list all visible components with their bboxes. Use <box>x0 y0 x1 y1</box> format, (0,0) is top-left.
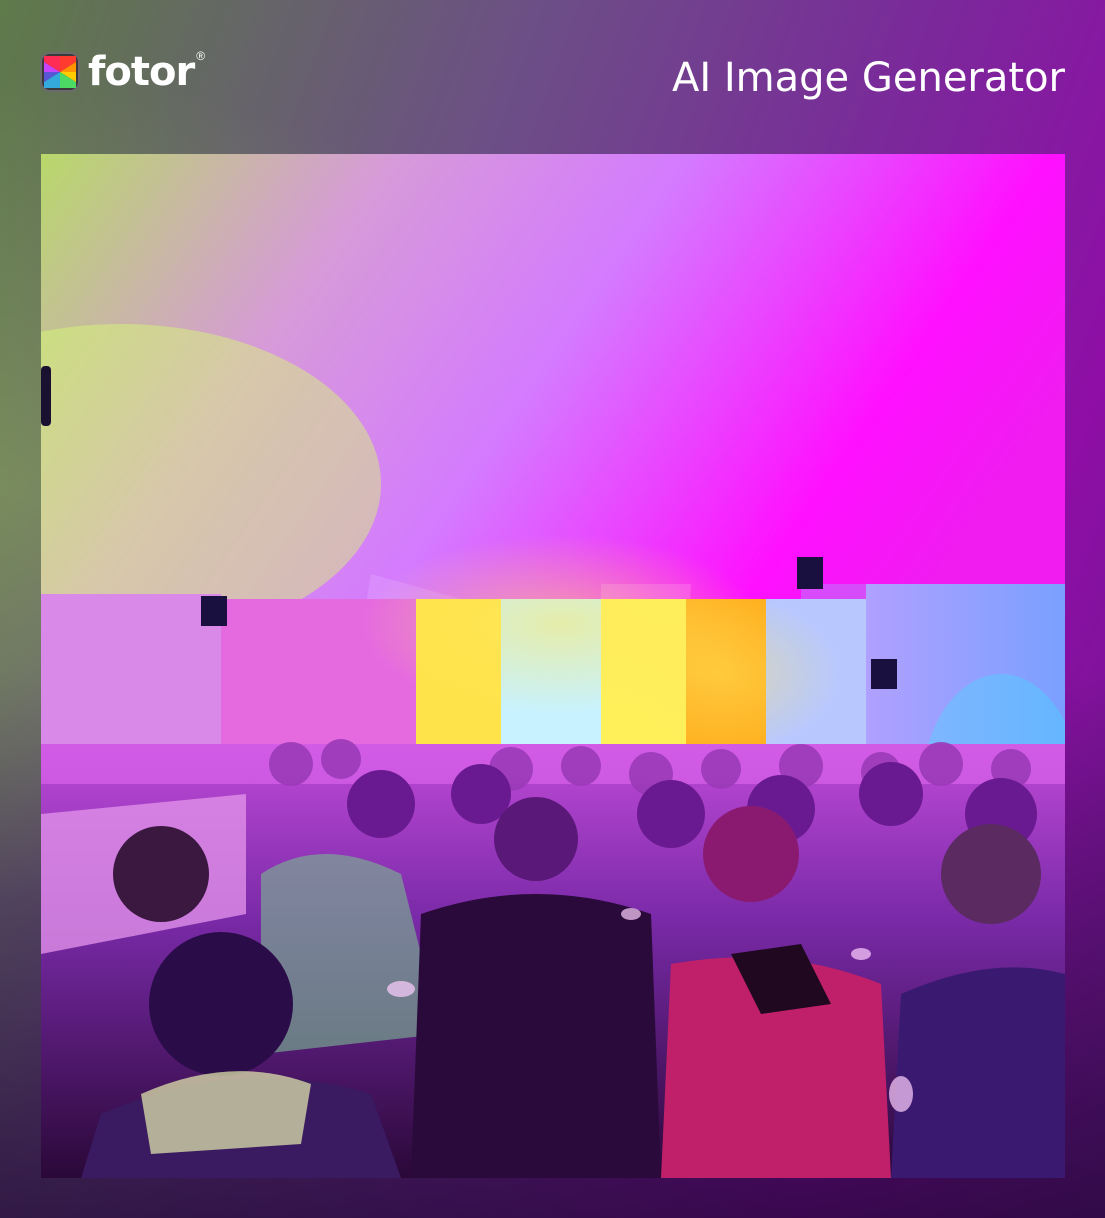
page-title: AI Image Generator <box>672 55 1065 101</box>
fotor-logo[interactable]: fotor ® <box>40 49 206 95</box>
registered-mark: ® <box>196 49 206 63</box>
fotor-logo-icon <box>40 52 80 92</box>
generated-image <box>41 154 1065 1178</box>
brand-name: fotor <box>88 49 195 95</box>
header-bar: fotor ® AI Image Generator <box>0 0 1105 150</box>
